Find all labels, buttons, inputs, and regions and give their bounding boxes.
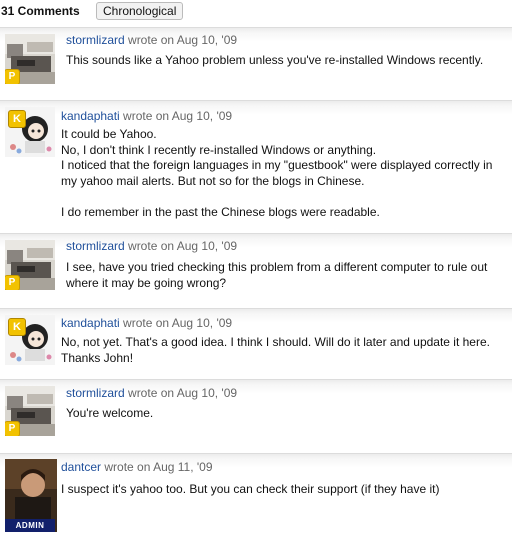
sort-order-button[interactable]: Chronological (96, 2, 184, 20)
comment-date: wrote on Aug 10, '09 (119, 109, 233, 123)
comment-line: I do remember in the past the Chinese bl… (61, 204, 380, 219)
comment-line: No, I don't think I recently re-installe… (61, 142, 377, 157)
comment-item: P stormlizard wrote on Aug 10, '09 You'r… (0, 379, 512, 453)
comment-meta: stormlizard wrote on Aug 10, '09 (66, 386, 237, 400)
comment-line: where it may be going wrong? (66, 275, 227, 290)
comment-line: Thanks John! (61, 350, 134, 365)
comments-header: 31 Comments Chronological (0, 0, 512, 22)
comment-body: It could be Yahoo. No, I don't think I r… (61, 127, 492, 221)
avatar[interactable]: P (5, 34, 55, 84)
points-badge-icon: P (5, 275, 20, 290)
comment-meta: stormlizard wrote on Aug 10, '09 (66, 239, 237, 253)
admin-badge: ADMIN (5, 519, 55, 532)
comment-date: wrote on Aug 10, '09 (124, 386, 238, 400)
author-link[interactable]: kandaphati (61, 109, 120, 123)
karma-badge-icon: K (8, 318, 26, 336)
comment-body: I suspect it's yahoo too. But you can ch… (61, 482, 440, 498)
comment-item: P stormlizard wrote on Aug 10, '09 This … (0, 27, 512, 100)
author-link[interactable]: stormlizard (66, 33, 125, 47)
comment-meta: dantcer wrote on Aug 11, '09 (61, 460, 213, 474)
avatar[interactable]: P (5, 240, 55, 290)
comment-line: No, not yet. That's a good idea. I think… (61, 335, 490, 349)
avatar[interactable]: K (5, 315, 55, 365)
points-badge-icon: P (5, 421, 20, 436)
author-link[interactable]: stormlizard (66, 386, 125, 400)
comment-item: ADMIN dantcer wrote on Aug 11, '09 I sus… (0, 453, 512, 532)
comment-count: 31 Comments (1, 4, 80, 18)
comment-meta: kandaphati wrote on Aug 10, '09 (61, 316, 232, 330)
comment-meta: kandaphati wrote on Aug 10, '09 (61, 109, 232, 123)
author-link[interactable]: kandaphati (61, 316, 120, 330)
comment-item: K kandaphati wrote on Aug 10, '09 No, no… (0, 308, 512, 379)
comment-line: I suspect it's yahoo too. But you can ch… (61, 482, 440, 496)
comment-body: I see, have you tried checking this prob… (66, 260, 487, 291)
comment-line: It could be Yahoo. (61, 127, 157, 141)
comment-line: I see, have you tried checking this prob… (66, 260, 488, 274)
avatar[interactable]: P (5, 386, 55, 436)
comment-line (61, 189, 492, 205)
comment-line: I noticed that the foreign languages in … (61, 158, 493, 173)
karma-badge-icon: K (8, 110, 26, 128)
comment-item: K kandaphati wrote on Aug 10, '09 It cou… (0, 100, 512, 233)
comment-body: No, not yet. That's a good idea. I think… (61, 335, 490, 366)
comment-date: wrote on Aug 10, '09 (124, 33, 238, 47)
author-link[interactable]: dantcer (61, 460, 101, 474)
comment-body: You're welcome. (66, 406, 153, 422)
author-link[interactable]: stormlizard (66, 239, 125, 253)
comment-date: wrote on Aug 11, '09 (101, 460, 213, 474)
comment-body: This sounds like a Yahoo problem unless … (66, 53, 483, 69)
avatar[interactable]: ADMIN (5, 459, 57, 532)
comment-item: P stormlizard wrote on Aug 10, '09 I see… (0, 233, 512, 308)
comment-line: my yahoo mail alerts. But not so for the… (61, 173, 365, 188)
comment-meta: stormlizard wrote on Aug 10, '09 (66, 33, 237, 47)
points-badge-icon: P (5, 69, 20, 84)
comment-date: wrote on Aug 10, '09 (119, 316, 233, 330)
comment-line: You're welcome. (66, 406, 154, 420)
comment-line: This sounds like a Yahoo problem unless … (66, 53, 484, 67)
avatar[interactable]: K (5, 107, 55, 157)
comment-date: wrote on Aug 10, '09 (124, 239, 238, 253)
